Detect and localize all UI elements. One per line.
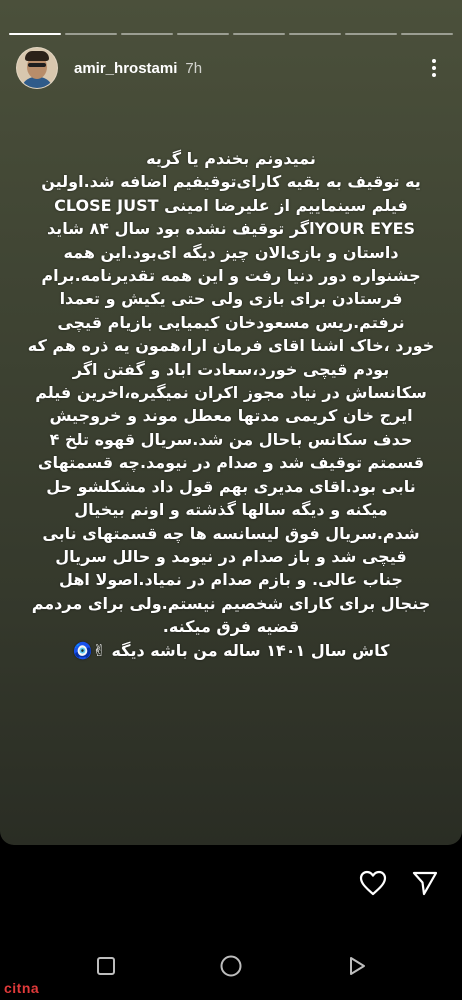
progress-segment <box>65 33 117 35</box>
story-text-line: یه توقیف به بقیه کارای‌توقیفیم اضافه شد.… <box>41 172 421 192</box>
story-text-line: نرفتم.ریس مسعودخان کیمیایی بازیام قیچی <box>57 312 405 332</box>
circle-icon[interactable] <box>211 946 251 986</box>
send-icon[interactable] <box>410 868 440 898</box>
square-icon[interactable] <box>86 946 126 986</box>
story-text-line: بودم قیچی خورد،سعادت اباد و گفتن اگر <box>72 359 390 379</box>
heart-icon[interactable] <box>358 868 388 898</box>
progress-segment <box>289 33 341 35</box>
triangle-back-icon[interactable] <box>337 946 377 986</box>
story-text-line: قیچی شد و باز صدام در نیومد و حالل سریال <box>55 546 407 566</box>
story-text-line: فیلم سینماییم از علیرضا امینی CLOSE JUST <box>54 195 408 215</box>
story-text-line: جشنواره دور دنیا رفت و این همه تقدیرنامه… <box>41 266 421 286</box>
progress-segment <box>9 33 61 35</box>
story-text-line: کاش سال ۱۴۰۱ ساله من باشه دیگه ✌🧿 <box>72 640 390 660</box>
progress-segment <box>401 33 453 35</box>
story-text-line: جنجال برای کارای شخصیم نیستم.ولی برای مر… <box>31 593 431 613</box>
story-actions <box>358 868 440 898</box>
story-text-line: داستان و بازی‌الان چیز دیگه ای‌بود.این ه… <box>63 242 399 262</box>
story-text-line: قضیه فرق میکنه. <box>162 617 300 637</box>
story-text-line: حدف سکانس باحال من شد.سریال قهوه تلخ ۴ <box>49 429 413 449</box>
story-text-line: قسمتم توقیف شد و صدام در نیومد.چه قسمتها… <box>37 453 425 473</box>
story-text-line: جناب عالی. و بازم صدام در نمیاد.اصولا اه… <box>59 570 403 590</box>
story-text-line: YOUR EYESاگر توقیف نشده بود سال ۸۴ شاید <box>46 219 416 239</box>
progress-segment <box>121 33 173 35</box>
watermark-logo: citna <box>4 980 40 996</box>
story-header: amir_hrostami 7h <box>16 45 446 91</box>
system-navigation-bar <box>0 938 462 1000</box>
story-text-line: سکانساش در نیاد مجوز اکران نمیگیره،اخرین… <box>35 383 427 403</box>
avatar[interactable] <box>16 47 58 89</box>
progress-segment <box>233 33 285 35</box>
story-text-line: شدم.سریال فوق لیسانسه ها چه قسمتهای نابی <box>42 523 420 543</box>
story-text-line: میکنه و دیگه سالها گذشته و اونم بیخیال <box>74 500 388 520</box>
more-vertical-icon[interactable] <box>422 54 446 82</box>
story-text-line: نمیدونم بخندم یا گریه <box>146 149 316 168</box>
story-text-line: خورد ،خاک اشنا اقای فرمان ارا،همون یه ذر… <box>27 336 435 356</box>
username[interactable]: amir_hrostami <box>74 60 177 77</box>
post-time: 7h <box>185 59 203 77</box>
progress-segment <box>177 33 229 35</box>
story-progress-bar <box>9 33 453 35</box>
story-text-line: فرستادن برای بازی ولی حتی یکیش و تعمدا <box>59 289 403 309</box>
story-text-line: نابی بود.اقای مدیری بهم قول داد مشکلشو ح… <box>46 476 416 496</box>
story-text-line: ایرج خان کریمی مدتها معطل موند و خروجیش <box>49 406 413 426</box>
progress-segment <box>345 33 397 35</box>
story-text: نمیدونم بخندم یا گریه یه توقیف به بقیه ک… <box>10 147 452 662</box>
story-card[interactable]: amir_hrostami 7h نمیدونم بخندم یا گریه ی… <box>0 0 462 845</box>
